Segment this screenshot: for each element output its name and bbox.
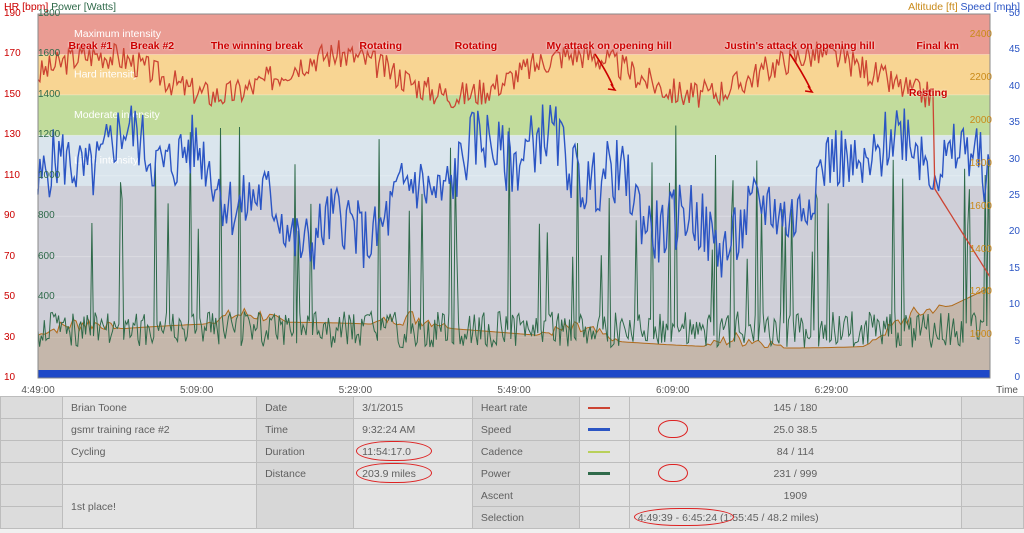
blank-cell bbox=[354, 485, 473, 529]
chart-annotation: Break #2 bbox=[130, 40, 174, 52]
svg-text:Light intensity: Light intensity bbox=[74, 155, 139, 167]
blank-cell bbox=[579, 485, 629, 507]
chart-annotation: Rotating bbox=[455, 40, 498, 52]
training-chart: Maximum intensityHard intensityModerate … bbox=[0, 0, 1024, 396]
hr-label: Heart rate bbox=[472, 397, 579, 419]
speed-tick: 20 bbox=[1009, 226, 1020, 237]
chart-annotation: Resting bbox=[909, 87, 948, 99]
x-tick: 5:09:00 bbox=[180, 385, 213, 396]
blank-cell bbox=[63, 463, 257, 485]
altitude-tick: 1600 bbox=[970, 201, 992, 212]
blank-cell bbox=[1, 397, 63, 419]
x-tick: 6:29:00 bbox=[815, 385, 848, 396]
axis-title-alt: Altitude [ft] Speed [mph] bbox=[908, 1, 1020, 13]
chart-annotation: Justin's attack on opening hill bbox=[725, 40, 875, 52]
power-label: Power bbox=[472, 463, 579, 485]
selection-label: Selection bbox=[472, 507, 579, 529]
speed-tick: 45 bbox=[1009, 44, 1020, 55]
chart-annotation: Rotating bbox=[359, 40, 402, 52]
cadence-value: 84 / 114 bbox=[629, 441, 961, 463]
speed-tick: 25 bbox=[1009, 190, 1020, 201]
speed-value: 25.0 38.5 bbox=[629, 419, 961, 441]
x-tick: 5:29:00 bbox=[339, 385, 372, 396]
hr-tick: 50 bbox=[4, 291, 15, 302]
speed-swatch bbox=[579, 419, 629, 441]
x-axis-label: Time bbox=[996, 385, 1018, 396]
altitude-tick: 2200 bbox=[970, 72, 992, 83]
hr-tick: 170 bbox=[4, 48, 21, 59]
altitude-tick: 2000 bbox=[970, 115, 992, 126]
x-tick: 6:09:00 bbox=[656, 385, 689, 396]
time-value: 9:32:24 AM bbox=[354, 419, 473, 441]
event-cell: gsmr training race #2 bbox=[63, 419, 257, 441]
hr-tick: 30 bbox=[4, 332, 15, 343]
chart-annotation: My attack on opening hill bbox=[546, 40, 671, 52]
blank-cell bbox=[962, 397, 1024, 419]
altitude-tick: 1400 bbox=[970, 244, 992, 255]
stats-table: Brian Toone Date 3/1/2015 Heart rate 145… bbox=[0, 396, 1024, 529]
ascent-label: Ascent bbox=[472, 485, 579, 507]
power-swatch bbox=[579, 463, 629, 485]
speed-tick: 15 bbox=[1009, 263, 1020, 274]
x-tick: 5:49:00 bbox=[497, 385, 530, 396]
power-value: 231 / 999 bbox=[629, 463, 961, 485]
blank-cell bbox=[257, 485, 354, 529]
power-tick: 600 bbox=[38, 251, 55, 262]
power-tick: 1000 bbox=[38, 170, 60, 181]
time-label: Time bbox=[257, 419, 354, 441]
selection-value: 4:49:39 - 6:45:24 (1:55:45 / 48.2 miles) bbox=[629, 507, 961, 529]
hr-tick: 150 bbox=[4, 89, 21, 100]
chart-canvas: Maximum intensityHard intensityModerate … bbox=[0, 0, 1024, 396]
speed-tick: 40 bbox=[1009, 81, 1020, 92]
distance-value: 203.9 miles bbox=[354, 463, 473, 485]
svg-text:Hard intensity: Hard intensity bbox=[74, 69, 139, 81]
altitude-tick: 2400 bbox=[970, 29, 992, 40]
power-tick: 1600 bbox=[38, 48, 60, 59]
ascent-value: 1909 bbox=[629, 485, 961, 507]
hr-tick: 10 bbox=[4, 372, 15, 383]
athlete-cell: Brian Toone bbox=[63, 397, 257, 419]
power-tick: 1800 bbox=[38, 8, 60, 19]
cadence-swatch bbox=[579, 441, 629, 463]
altitude-tick: 1200 bbox=[970, 286, 992, 297]
hr-swatch bbox=[579, 397, 629, 419]
chart-annotation: Break #1 bbox=[68, 40, 112, 52]
speed-tick: 10 bbox=[1009, 299, 1020, 310]
hr-tick: 70 bbox=[4, 251, 15, 262]
axis-title-power: Power [Watts] bbox=[51, 1, 116, 13]
distance-label: Distance bbox=[257, 463, 354, 485]
speed-tick: 5 bbox=[1014, 336, 1020, 347]
date-value: 3/1/2015 bbox=[354, 397, 473, 419]
power-tick: 800 bbox=[38, 210, 55, 221]
duration-label: Duration bbox=[257, 441, 354, 463]
svg-text:Maximum intensity: Maximum intensity bbox=[74, 28, 162, 40]
power-tick: 1400 bbox=[38, 89, 60, 100]
speed-tick: 0 bbox=[1014, 372, 1020, 383]
hr-tick: 90 bbox=[4, 210, 15, 221]
hr-value: 145 / 180 bbox=[629, 397, 961, 419]
speed-tick: 50 bbox=[1009, 8, 1020, 19]
sport-cell: Cycling bbox=[63, 441, 257, 463]
speed-tick: 35 bbox=[1009, 117, 1020, 128]
chart-annotation: The winning break bbox=[211, 40, 303, 52]
note-cell: 1st place! bbox=[63, 485, 257, 529]
power-tick: 1200 bbox=[38, 129, 60, 140]
altitude-tick: 1000 bbox=[970, 329, 992, 340]
hr-tick: 130 bbox=[4, 129, 21, 140]
hr-tick: 110 bbox=[4, 170, 20, 181]
power-tick: 400 bbox=[38, 291, 55, 302]
speed-label: Speed bbox=[472, 419, 579, 441]
duration-value: 11:54:17.0 bbox=[354, 441, 473, 463]
hr-tick: 190 bbox=[4, 8, 21, 19]
altitude-tick: 1800 bbox=[970, 158, 992, 169]
date-label: Date bbox=[257, 397, 354, 419]
speed-tick: 30 bbox=[1009, 154, 1020, 165]
cadence-label: Cadence bbox=[472, 441, 579, 463]
blank-cell bbox=[579, 507, 629, 529]
chart-annotation: Final km bbox=[916, 40, 959, 52]
x-tick: 4:49:00 bbox=[21, 385, 54, 396]
